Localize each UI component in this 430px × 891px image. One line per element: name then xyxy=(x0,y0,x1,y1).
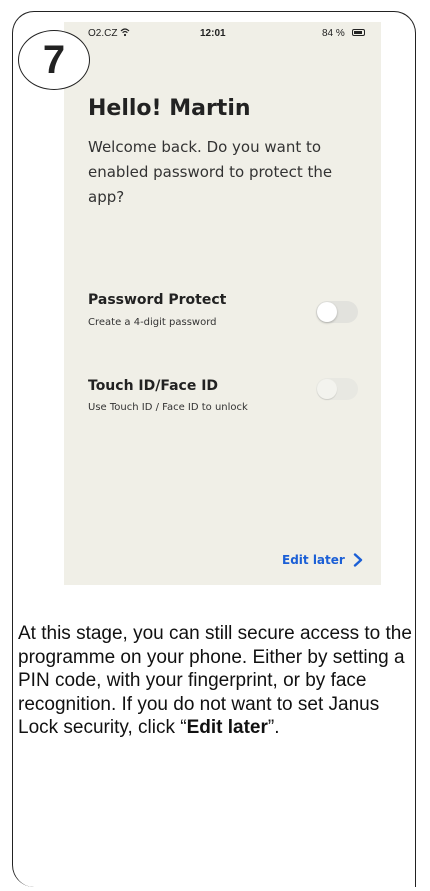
phone-screenshot: O2.CZ 12:01 84 % Hello! Martin Welcome b… xyxy=(64,22,381,585)
toggle-knob xyxy=(317,302,337,322)
status-bar: O2.CZ 12:01 84 % xyxy=(64,22,381,46)
password-protect-title: Password Protect xyxy=(88,292,227,308)
password-protect-toggle[interactable] xyxy=(316,301,358,323)
step-description: At this stage, you can still secure acce… xyxy=(18,622,413,740)
battery-percent: 84 % xyxy=(322,28,345,39)
touch-id-title: Touch ID/Face ID xyxy=(88,378,219,394)
battery-icon xyxy=(352,29,365,36)
status-time: 12:01 xyxy=(200,28,226,39)
greeting-title: Hello! Martin xyxy=(88,96,251,121)
touch-id-toggle[interactable] xyxy=(316,378,358,400)
description-end: ”. xyxy=(267,717,280,738)
welcome-message: Welcome back. Do you want to enabled pas… xyxy=(88,138,333,206)
step-number-badge: 7 xyxy=(18,30,90,90)
toggle-knob xyxy=(317,379,337,399)
chevron-right-icon xyxy=(353,553,363,567)
edit-later-label: Edit later xyxy=(282,553,345,567)
edit-later-button[interactable]: Edit later xyxy=(282,553,363,567)
description-bold: Edit later xyxy=(186,717,268,738)
password-protect-subtitle: Create a 4-digit password xyxy=(88,317,217,328)
carrier-label: O2.CZ xyxy=(88,28,118,39)
touch-id-subtitle: Use Touch ID / Face ID to unlock xyxy=(88,402,248,413)
wifi-icon xyxy=(120,28,130,37)
